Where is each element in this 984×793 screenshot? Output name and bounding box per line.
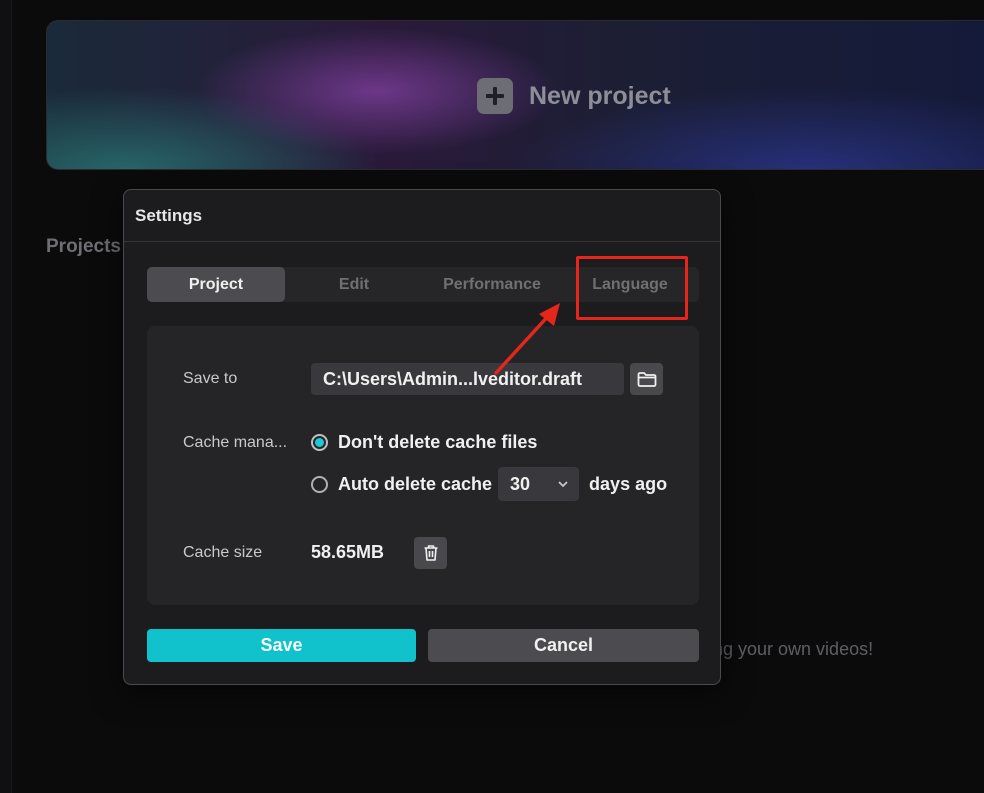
clear-cache-button[interactable] xyxy=(414,537,447,569)
settings-tabs: Project Edit Performance Language xyxy=(147,267,699,302)
cache-management-label: Cache mana... xyxy=(183,434,288,451)
option-dont-delete[interactable]: Don't delete cache files xyxy=(311,432,537,453)
tab-project[interactable]: Project xyxy=(147,267,285,302)
save-to-label: Save to xyxy=(183,370,238,387)
dialog-title: Settings xyxy=(135,206,203,225)
settings-dialog: Settings Project Edit Performance Langua… xyxy=(123,189,721,685)
cancel-button[interactable]: Cancel xyxy=(428,629,699,662)
option-dont-delete-label: Don't delete cache files xyxy=(338,432,538,452)
option-auto-delete[interactable]: Auto delete cache 30 days ago xyxy=(311,467,667,501)
projects-heading: Projects xyxy=(46,236,121,257)
cache-size-label: Cache size xyxy=(183,544,263,561)
project-settings-panel: Save to C:\Users\Admin...lveditor.draft … xyxy=(147,326,699,605)
trash-icon xyxy=(424,545,437,561)
title-divider xyxy=(124,241,720,242)
chevron-down-icon xyxy=(558,481,568,488)
tab-performance[interactable]: Performance xyxy=(423,267,561,302)
save-button[interactable]: Save xyxy=(147,629,416,662)
tab-language[interactable]: Language xyxy=(561,267,699,302)
days-select[interactable]: 30 xyxy=(498,467,580,501)
radio-auto-delete[interactable] xyxy=(311,475,328,493)
new-project-banner[interactable]: New project xyxy=(46,20,984,170)
radio-dont-delete[interactable] xyxy=(311,434,328,451)
cache-size-value: 58.65MB xyxy=(311,542,385,562)
tab-edit[interactable]: Edit xyxy=(285,267,423,302)
browse-folder-button[interactable] xyxy=(630,363,663,395)
empty-projects-hint: ng your own videos! xyxy=(713,639,874,659)
new-project-label: New project xyxy=(529,81,671,110)
plus-icon xyxy=(477,78,513,114)
save-path-field[interactable]: C:\Users\Admin...lveditor.draft xyxy=(311,363,624,395)
app-left-edge xyxy=(0,0,12,793)
days-select-value: 30 xyxy=(510,473,531,494)
new-project-content: New project xyxy=(477,78,671,114)
folder-icon xyxy=(637,372,656,387)
days-suffix: days ago xyxy=(589,473,668,494)
option-auto-delete-label: Auto delete cache xyxy=(338,473,493,494)
